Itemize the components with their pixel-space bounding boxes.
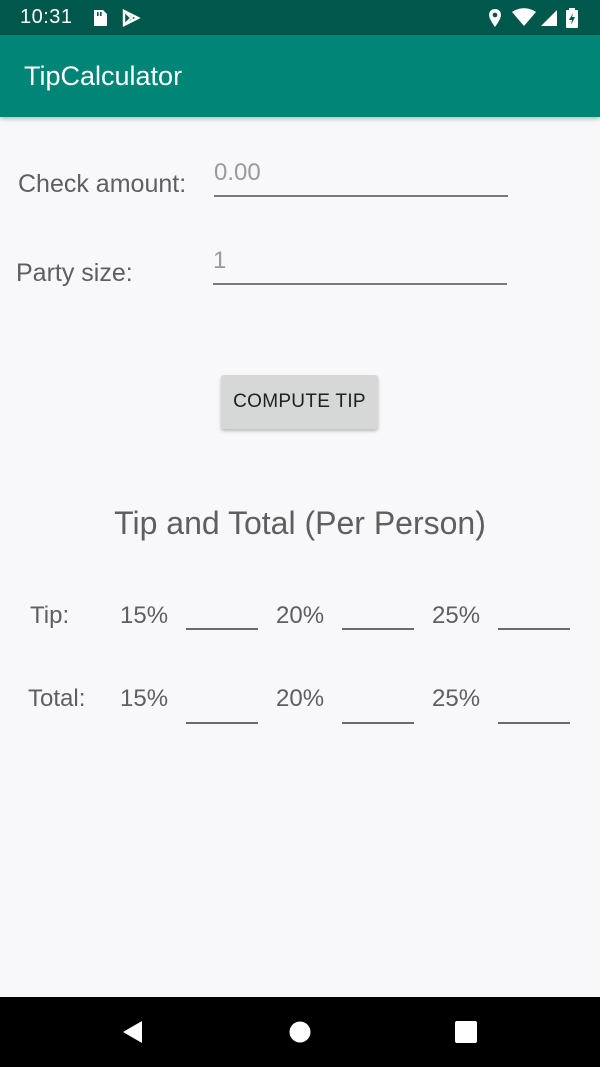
wifi-icon <box>512 8 536 26</box>
compute-tip-button[interactable]: COMPUTE TIP <box>221 375 378 429</box>
party-size-label: Party size: <box>16 259 133 287</box>
recents-icon[interactable] <box>453 1019 479 1045</box>
party-size-input[interactable] <box>213 241 507 281</box>
check-amount-input[interactable] <box>214 153 508 193</box>
main-content: Check amount: Party size: COMPUTE TIP Ti… <box>0 117 600 997</box>
status-bar: 10:31 <box>0 0 600 35</box>
signal-icon <box>541 10 557 26</box>
app-bar: TipCalculator <box>0 35 600 117</box>
tip-25-label: 25% <box>432 602 481 629</box>
tip-15-label: 15% <box>120 602 169 629</box>
battery-icon <box>566 8 578 28</box>
tip-20-value <box>342 628 414 630</box>
results-title: Tip and Total (Per Person) <box>114 505 486 541</box>
tip-20-label: 20% <box>276 602 325 629</box>
total-15-label: 15% <box>120 685 169 712</box>
play-store-icon <box>122 9 141 27</box>
sd-card-icon <box>94 10 107 26</box>
total-25-value <box>498 722 570 724</box>
party-size-field-wrapper <box>213 241 507 285</box>
total-25-label: 25% <box>432 685 481 712</box>
check-amount-label: Check amount: <box>18 170 187 198</box>
check-amount-field-wrapper <box>214 153 508 197</box>
tip-15-value <box>186 628 258 630</box>
status-time: 10:31 <box>20 6 73 28</box>
home-icon[interactable] <box>287 1019 313 1045</box>
total-row-label: Total: <box>28 685 86 712</box>
tip-row-label: Tip: <box>30 602 70 629</box>
navigation-bar <box>0 997 600 1067</box>
app-title: TipCalculator <box>24 61 183 91</box>
total-20-label: 20% <box>276 685 325 712</box>
back-icon[interactable] <box>120 1019 146 1045</box>
location-icon <box>489 9 501 27</box>
total-20-value <box>342 722 414 724</box>
tip-25-value <box>498 628 570 630</box>
total-15-value <box>186 722 258 724</box>
